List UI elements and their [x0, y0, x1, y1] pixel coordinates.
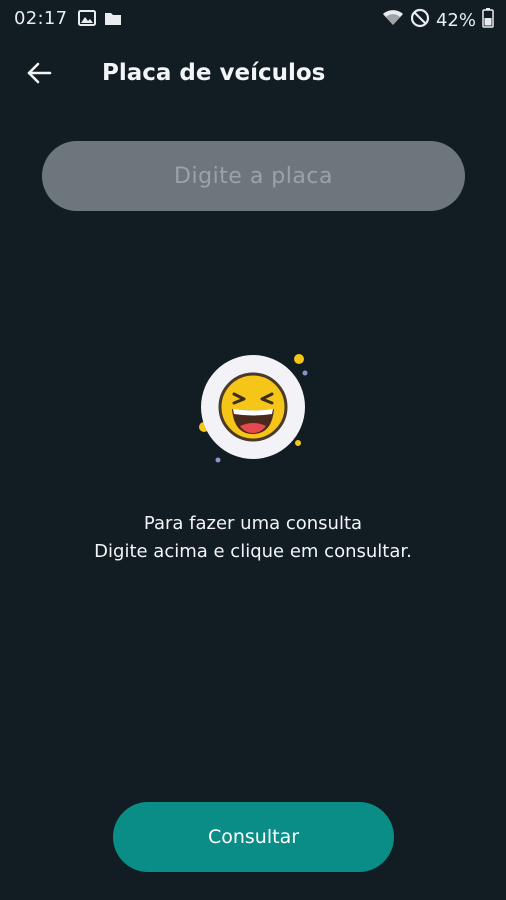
status-bar: 02:17 42%	[0, 0, 506, 38]
status-time: 02:17	[14, 8, 68, 29]
wifi-icon	[382, 9, 404, 32]
status-notification-icons	[78, 10, 122, 31]
app-bar: Placa de veículos	[0, 48, 506, 104]
arrow-left-icon	[26, 62, 52, 88]
page-title: Placa de veículos	[102, 60, 326, 86]
do-not-disturb-icon	[410, 8, 430, 33]
laughing-emoji-icon	[192, 346, 318, 472]
consult-button[interactable]: Consultar	[113, 802, 394, 872]
empty-state-message: Para fazer uma consulta Digite acima e c…	[0, 510, 506, 566]
empty-state-line-2: Digite acima e clique em consultar.	[94, 541, 412, 562]
plate-input[interactable]	[42, 141, 465, 211]
screen: 02:17 42% Placa de veículos Digite a pla…	[0, 0, 506, 900]
status-system-icons: 42%	[382, 8, 494, 33]
image-icon	[78, 10, 96, 31]
battery-icon	[482, 8, 494, 33]
back-button[interactable]	[22, 58, 56, 92]
empty-state-line-1: Para fazer uma consulta	[143, 513, 363, 534]
folder-icon	[104, 10, 122, 31]
battery-percent: 42%	[435, 10, 476, 31]
